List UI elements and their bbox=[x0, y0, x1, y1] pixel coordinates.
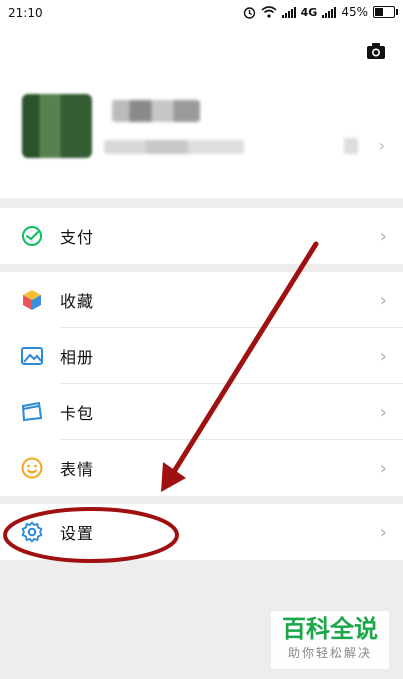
signal-icon-2 bbox=[322, 6, 337, 18]
menu-item-label: 相册 bbox=[60, 348, 95, 367]
menu-item-label: 设置 bbox=[60, 524, 95, 543]
chevron-right-icon: › bbox=[379, 521, 387, 543]
profile-id-blurred bbox=[104, 140, 244, 154]
status-icons: 4G 45% bbox=[243, 5, 398, 19]
menu-item-label: 支付 bbox=[60, 228, 95, 247]
chevron-right-icon: › bbox=[379, 289, 387, 311]
settings-group: 设置 › bbox=[0, 504, 403, 560]
settings-gear-icon bbox=[21, 521, 43, 543]
album-icon bbox=[21, 347, 43, 365]
menu-item-pay[interactable]: 支付 › bbox=[0, 208, 403, 264]
menu-item-label: 收藏 bbox=[60, 292, 95, 311]
network-type: 4G bbox=[300, 5, 318, 19]
chevron-right-icon: › bbox=[379, 225, 387, 247]
wifi-icon bbox=[261, 6, 277, 18]
camera-icon[interactable] bbox=[365, 40, 387, 62]
battery-icon bbox=[373, 6, 398, 18]
card-wallet-icon bbox=[21, 401, 43, 422]
watermark-slogan: 助你轻松解决 bbox=[287, 646, 372, 660]
profile-name-blurred bbox=[112, 100, 200, 122]
menu-item-label: 卡包 bbox=[60, 404, 95, 423]
menu-item-cards[interactable]: 卡包 › bbox=[0, 384, 403, 440]
menu-item-settings[interactable]: 设置 › bbox=[0, 504, 403, 560]
main-group: 收藏 › 相册 › 卡包 › 表情 › bbox=[0, 272, 403, 496]
pay-group: 支付 › bbox=[0, 208, 403, 264]
menu-item-album[interactable]: 相册 › bbox=[0, 328, 403, 384]
chevron-right-icon: › bbox=[379, 345, 387, 367]
menu-item-label: 表情 bbox=[60, 460, 95, 479]
watermark-brand: 百科全说 bbox=[282, 615, 378, 643]
wechat-pay-icon bbox=[22, 226, 42, 246]
avatar[interactable] bbox=[22, 94, 92, 158]
sticker-smile-icon bbox=[21, 457, 43, 479]
menu-item-stickers[interactable]: 表情 › bbox=[0, 440, 403, 496]
favorites-cube-icon bbox=[23, 290, 41, 310]
watermark-logo: 百科全说 助你轻松解决 bbox=[271, 611, 389, 669]
battery-percent: 45% bbox=[341, 5, 368, 19]
profile-header[interactable]: › bbox=[0, 28, 403, 198]
signal-icon bbox=[281, 6, 296, 18]
battery-level bbox=[375, 8, 384, 16]
chevron-right-icon: › bbox=[379, 401, 387, 423]
menu-item-favorites[interactable]: 收藏 › bbox=[0, 272, 403, 328]
status-bar: 21:10 4G 45% bbox=[0, 0, 403, 28]
chevron-right-icon: › bbox=[379, 457, 387, 479]
chevron-right-icon: › bbox=[378, 136, 385, 155]
qr-code-icon[interactable] bbox=[344, 138, 358, 154]
status-time: 21:10 bbox=[8, 6, 43, 20]
alarm-icon bbox=[243, 6, 255, 19]
